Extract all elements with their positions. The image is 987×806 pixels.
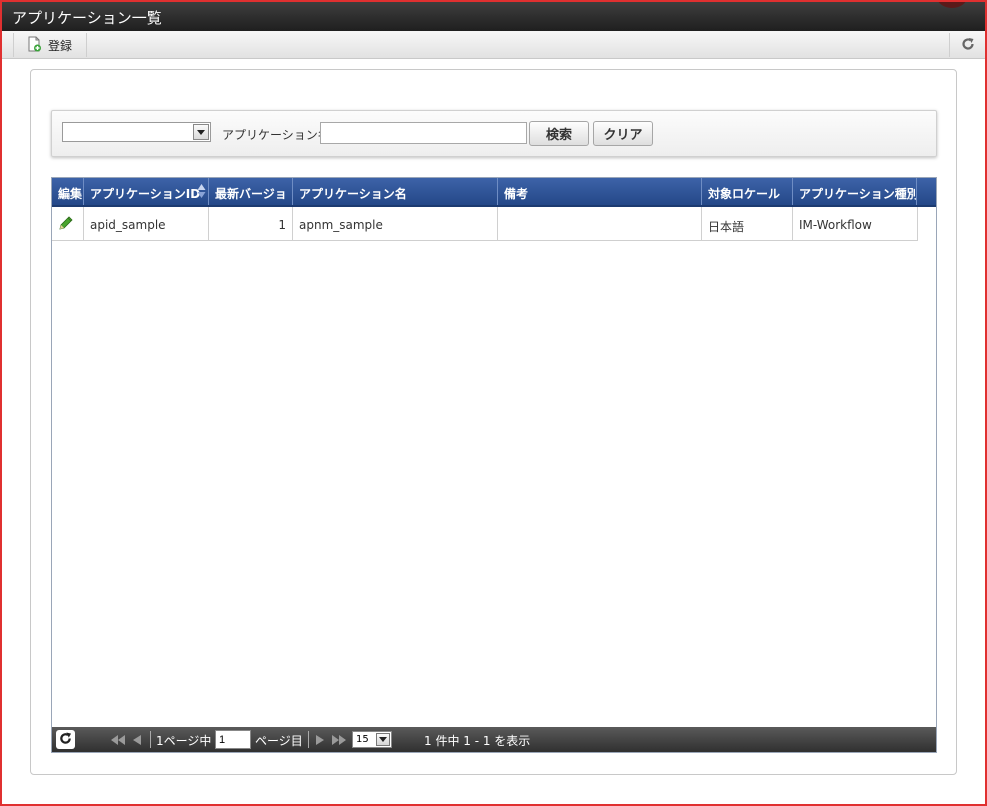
per-page-value: 15	[356, 734, 369, 745]
column-header-application-id[interactable]: アプリケーションID	[84, 178, 209, 205]
table-row: apid_sample 1 apnm_sample 日本語 IM-Workflo…	[52, 207, 918, 241]
application-name-input[interactable]	[320, 122, 527, 144]
edit-cell	[52, 207, 84, 241]
pager-refresh-button[interactable]	[56, 730, 75, 749]
cell-remarks	[498, 207, 702, 241]
first-page-icon[interactable]	[111, 734, 125, 748]
register-label: 登録	[48, 38, 73, 53]
grid-header: 編集 アプリケーションID 最新バージョ アプリケーション名 備考 対象ロケール…	[52, 178, 936, 207]
column-header-application-id-label: アプリケーションID	[90, 187, 201, 201]
refresh-icon	[961, 37, 975, 54]
title-bar: アプリケーション一覧	[2, 2, 985, 31]
column-header-application-type[interactable]: アプリケーション種別	[793, 178, 917, 205]
register-button[interactable]: 登録	[13, 33, 87, 57]
column-header-remarks[interactable]: 備考	[498, 178, 702, 205]
cell-application-type: IM-Workflow	[793, 207, 918, 241]
search-panel: アプリケーション名 検索 クリア	[51, 110, 937, 157]
next-page-icon[interactable]	[316, 734, 324, 748]
column-header-locale[interactable]: 対象ロケール	[702, 178, 793, 205]
pager-separator	[150, 731, 151, 748]
page-prefix-label: 1ページ中	[156, 734, 212, 748]
pager-summary: 1 件中 1 - 1 を表示	[424, 734, 531, 748]
search-button[interactable]: 検索	[529, 121, 589, 146]
per-page-select[interactable]: 15	[352, 731, 392, 748]
pencil-icon[interactable]	[58, 216, 74, 234]
grid-pager: 1ページ中 ページ目 15 1 件中 1 - 1 を表示	[52, 727, 936, 752]
page-title: アプリケーション一覧	[12, 9, 162, 27]
cell-application-name: apnm_sample	[293, 207, 498, 241]
column-header-application-name[interactable]: アプリケーション名	[293, 178, 498, 205]
toolbar-refresh-button[interactable]	[949, 33, 985, 57]
page-suffix-label: ページ目	[255, 734, 303, 748]
refresh-icon	[59, 731, 72, 748]
toolbar: 登録	[2, 31, 985, 59]
prev-page-icon[interactable]	[133, 734, 141, 748]
column-header-edit[interactable]: 編集	[52, 178, 84, 205]
window-corner-decoration	[937, 2, 967, 8]
pager-separator	[308, 731, 309, 748]
page-number-input[interactable]	[215, 730, 251, 749]
column-header-latest-version[interactable]: 最新バージョ	[209, 178, 293, 205]
application-name-label: アプリケーション名	[222, 128, 330, 142]
cell-locale: 日本語	[702, 207, 793, 241]
sort-icon	[197, 183, 206, 202]
chevron-down-icon	[376, 733, 390, 746]
cell-application-id: apid_sample	[84, 207, 209, 241]
clear-button[interactable]: クリア	[593, 121, 653, 146]
chevron-down-icon	[193, 124, 209, 140]
search-field-select[interactable]	[62, 122, 211, 142]
new-document-icon	[26, 36, 42, 55]
cell-latest-version: 1	[209, 207, 293, 241]
last-page-icon[interactable]	[332, 734, 346, 748]
application-grid: 編集 アプリケーションID 最新バージョ アプリケーション名 備考 対象ロケール…	[51, 177, 937, 753]
